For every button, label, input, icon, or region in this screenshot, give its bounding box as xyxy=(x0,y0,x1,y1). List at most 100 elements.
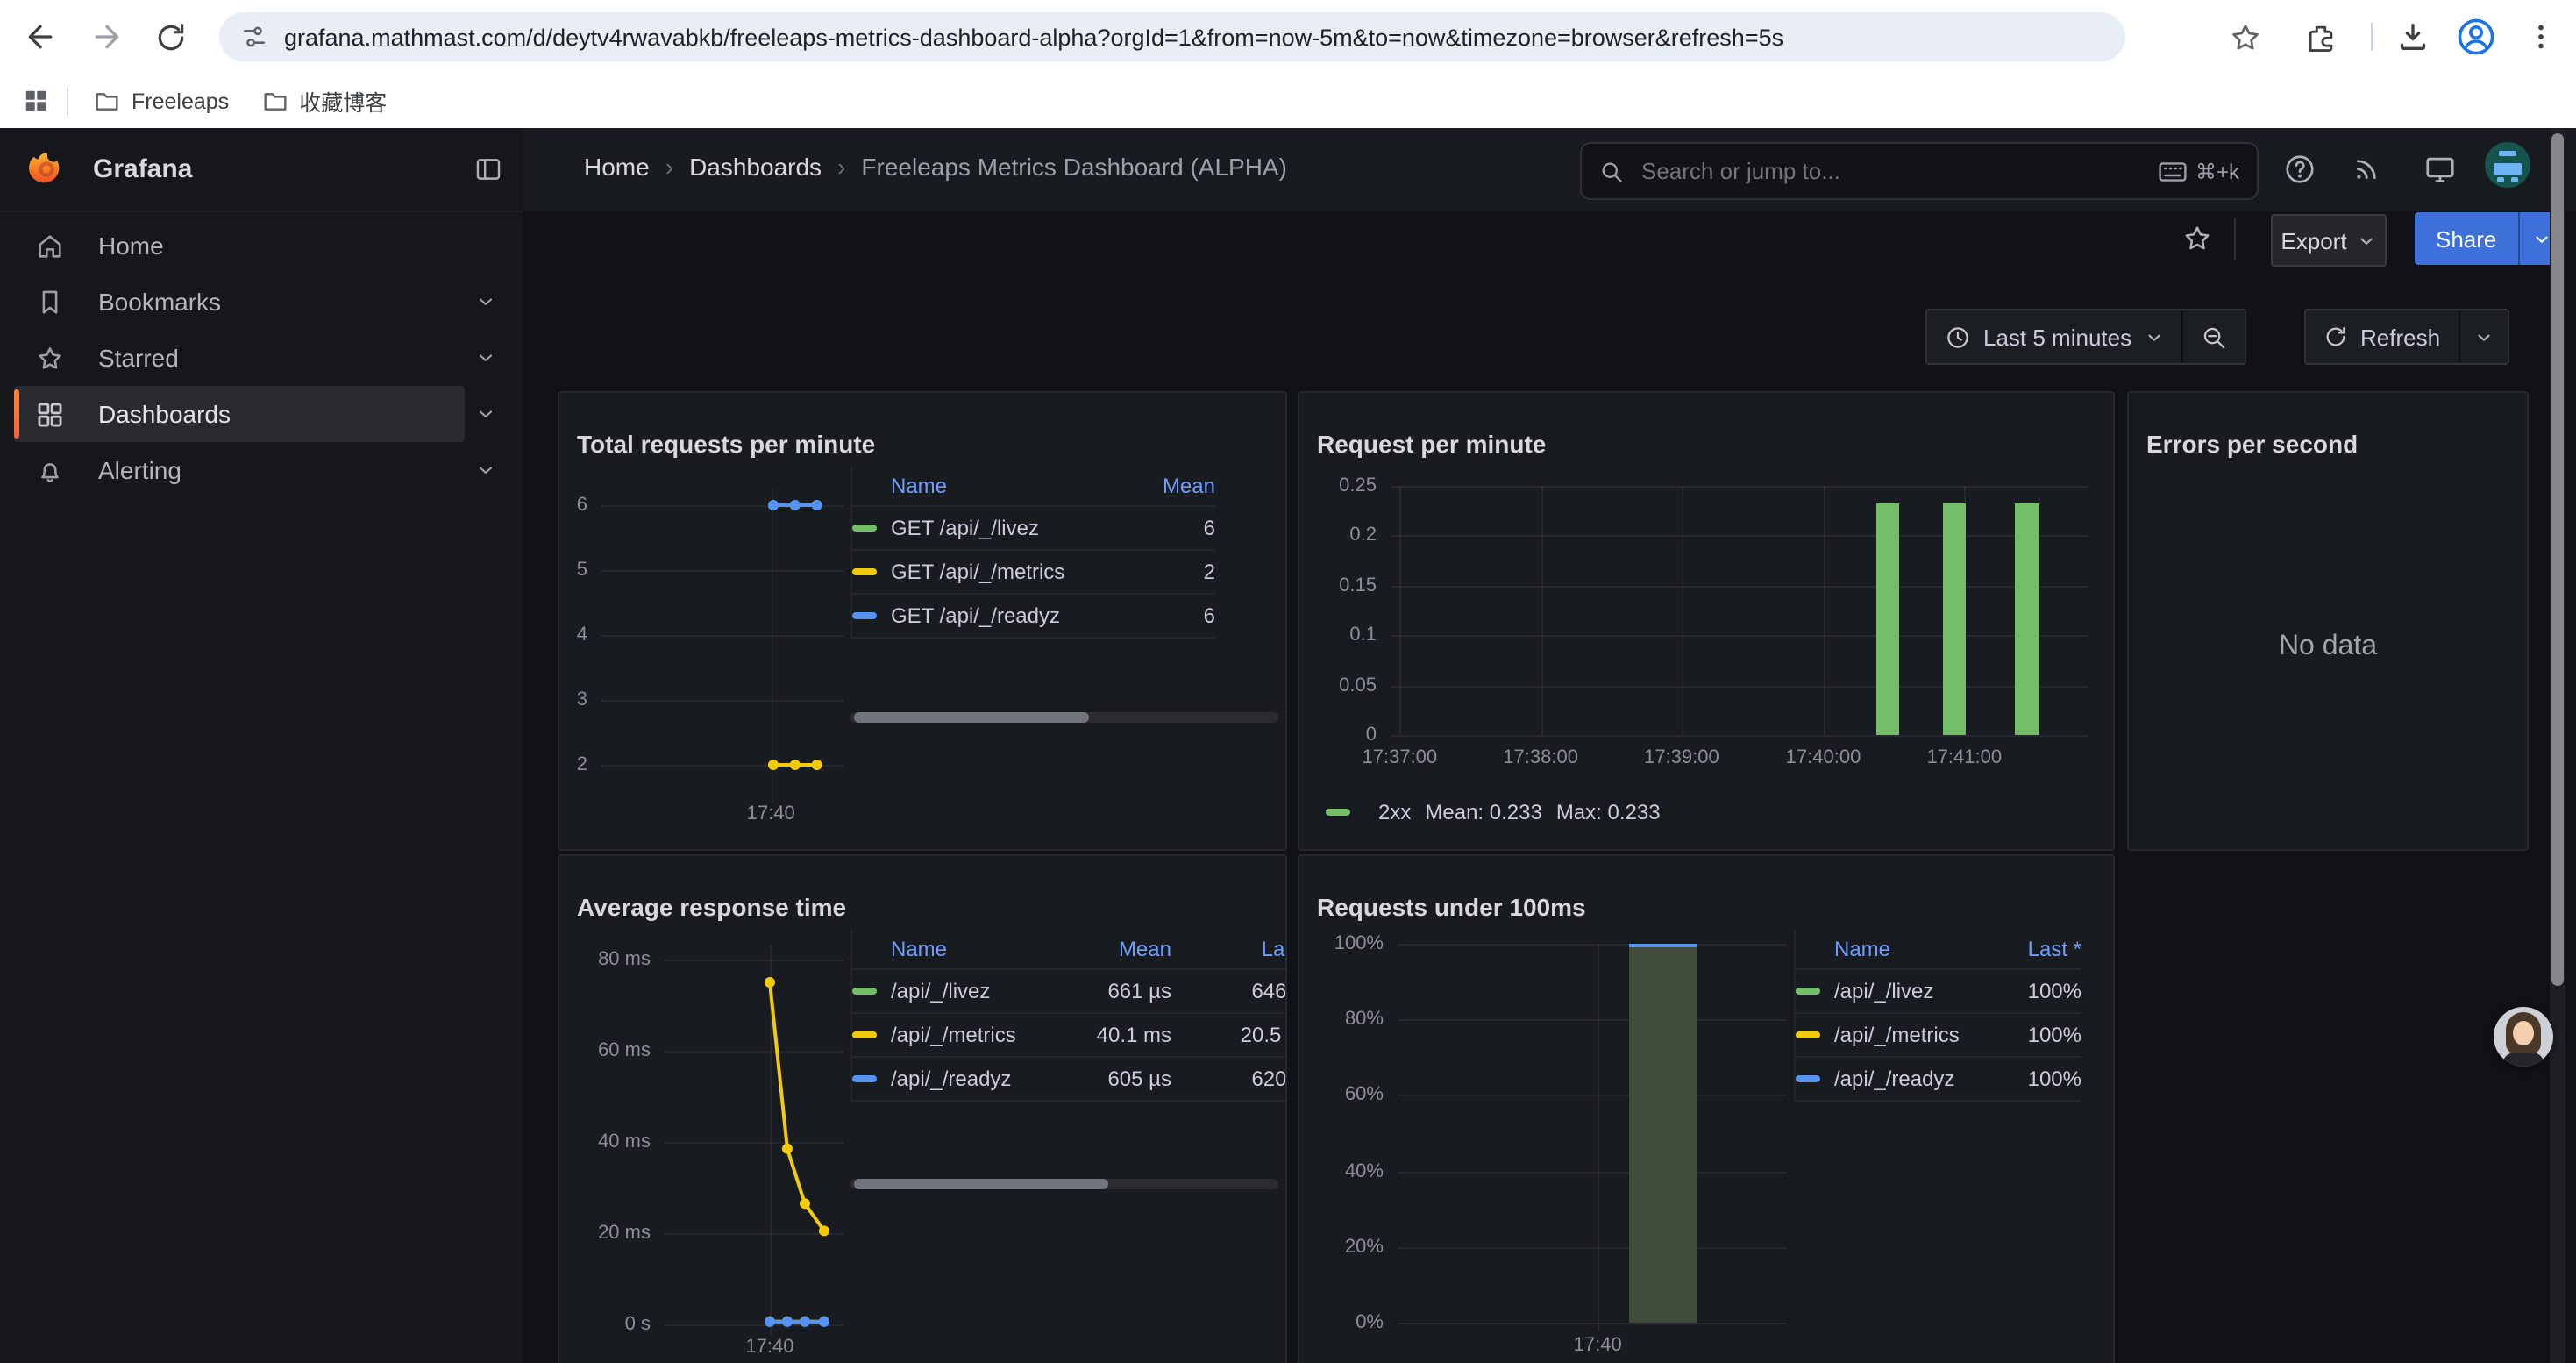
chevron-down-icon[interactable] xyxy=(475,460,496,481)
profile-icon[interactable] xyxy=(2455,16,2497,58)
assistant-avatar-widget[interactable] xyxy=(2494,1007,2553,1067)
refresh-picker[interactable]: Refresh xyxy=(2304,309,2508,365)
series-last: 100% xyxy=(1976,979,2081,1003)
extensions-icon[interactable] xyxy=(2299,16,2341,58)
breadcrumb-home[interactable]: Home xyxy=(584,153,650,181)
panel-total-requests-per-minute[interactable]: Total requests per minute 6543217:40 Nam… xyxy=(558,391,1287,851)
breadcrumb: Home › Dashboards › Freeleaps Metrics Da… xyxy=(584,153,1287,181)
reload-icon[interactable] xyxy=(149,16,191,58)
bookmarks-divider xyxy=(67,87,68,115)
legend-row[interactable]: /api/_/livez 661 µs 646 µs xyxy=(852,970,1287,1014)
panel-average-response-time[interactable]: Average response time 80 ms60 ms40 ms20 … xyxy=(558,854,1287,1363)
panel-requests-under-100ms[interactable]: Requests under 100ms 100%80%60%40%20%0%1… xyxy=(1298,854,2115,1363)
toolbar-divider xyxy=(2371,23,2373,51)
dock-menu-icon[interactable] xyxy=(473,154,503,184)
chevron-down-icon[interactable] xyxy=(475,291,496,312)
breadcrumb-dashboards[interactable]: Dashboards xyxy=(689,153,822,181)
zoom-out-button[interactable] xyxy=(2182,310,2244,363)
site-settings-icon[interactable] xyxy=(240,23,268,51)
no-data-message: No data xyxy=(2129,632,2527,663)
panel-title: Request per minute xyxy=(1317,429,1546,457)
toolbar-divider xyxy=(2234,218,2236,260)
legend-row[interactable]: /api/_/readyz 100% xyxy=(1796,1058,2081,1102)
user-avatar[interactable] xyxy=(2485,142,2530,188)
legend-scrollbar[interactable] xyxy=(850,1179,1278,1189)
screen: grafana.mathmast.com/d/deytv4rwavabkb/fr… xyxy=(0,0,2576,1363)
refresh-interval-chevron[interactable] xyxy=(2459,310,2507,363)
panel-title: Errors per second xyxy=(2146,429,2358,457)
legend-col-name[interactable]: Name xyxy=(1834,937,1976,961)
download-icon[interactable] xyxy=(2392,16,2434,58)
series-name: GET /api/_/livez xyxy=(891,516,1128,540)
legend[interactable]: 2xx Mean: 0.233 Max: 0.233 xyxy=(1326,800,1661,824)
legend-row[interactable]: GET /api/_/readyz 6 xyxy=(852,595,1215,639)
series-last: 646 µs xyxy=(1171,979,1287,1003)
folder-icon xyxy=(260,87,288,115)
time-range-picker[interactable]: Last 5 minutes xyxy=(1925,309,2245,365)
share-button[interactable]: Share xyxy=(2415,212,2565,265)
sidebar-item-label: Starred xyxy=(98,344,179,372)
scrollbar-thumb[interactable] xyxy=(2551,133,2564,986)
bookmark-folder-freeleaps[interactable]: Freeleaps xyxy=(93,87,229,115)
dashboards-grid-icon xyxy=(35,399,65,429)
chevron-down-icon[interactable] xyxy=(475,403,496,425)
bookmark-folder-label: 收藏博客 xyxy=(299,84,387,118)
sidebar-item-home[interactable]: Home xyxy=(0,218,523,274)
legend-row[interactable]: /api/_/readyz 605 µs 620 µs xyxy=(852,1058,1287,1102)
monitor-icon[interactable] xyxy=(2420,149,2459,188)
brand-name: Grafana xyxy=(93,154,192,184)
bookmarks-bar: Freeleaps 收藏博客 xyxy=(0,74,2576,130)
legend-header: Name Mean Last * xyxy=(852,930,1287,970)
address-bar[interactable]: grafana.mathmast.com/d/deytv4rwavabkb/fr… xyxy=(219,12,2125,61)
help-icon[interactable] xyxy=(2280,149,2318,188)
legend-col-last[interactable]: Last * xyxy=(1171,937,1287,961)
legend-table: Name Mean Last * /api/_/livez 661 µs 646… xyxy=(850,930,1287,1102)
search-shortcut: ⌘+k xyxy=(2159,159,2239,183)
forward-icon[interactable] xyxy=(86,16,128,58)
sidebar-item-dashboards[interactable]: Dashboards xyxy=(0,386,523,442)
legend-col-mean[interactable]: Mean xyxy=(1063,937,1171,961)
chevron-down-icon xyxy=(2358,231,2377,250)
panel-errors-per-second[interactable]: Errors per second No data xyxy=(2127,391,2529,851)
bookmark-star-icon[interactable] xyxy=(2224,16,2266,58)
legend-col-last[interactable]: Last * xyxy=(1976,937,2081,961)
legend-col-name[interactable]: Name xyxy=(891,937,1063,961)
chevron-down-icon[interactable] xyxy=(475,347,496,368)
browser-toolbar: grafana.mathmast.com/d/deytv4rwavabkb/fr… xyxy=(0,0,2576,74)
series-mean: 6 xyxy=(1128,603,1215,628)
legend-col-mean[interactable]: Mean xyxy=(1128,474,1215,498)
area-chart: 100%80%60%40%20%0%17:40 xyxy=(1398,944,1787,1323)
browser-menu-icon[interactable] xyxy=(2520,16,2562,58)
grafana-logo[interactable] xyxy=(28,151,65,188)
panel-request-per-minute[interactable]: Request per minute 0.250.20.150.10.05017… xyxy=(1298,391,2115,851)
favorite-star-icon[interactable] xyxy=(2181,223,2213,254)
bookmark-folder-blogs[interactable]: 收藏博客 xyxy=(260,84,387,118)
search-input[interactable]: ⌘+k xyxy=(1580,142,2259,200)
sidebar-item-alerting[interactable]: Alerting xyxy=(0,442,523,498)
apps-grid-icon[interactable] xyxy=(23,88,49,114)
legend-row[interactable]: /api/_/metrics 40.1 ms 20.5 ms xyxy=(852,1014,1287,1058)
series-color-dash xyxy=(1326,809,1350,816)
legend-row[interactable]: /api/_/livez 100% xyxy=(1796,970,2081,1014)
back-icon[interactable] xyxy=(19,16,61,58)
legend-scrollbar[interactable] xyxy=(850,712,1278,723)
sidebar-item-bookmarks[interactable]: Bookmarks xyxy=(0,274,523,330)
legend-row[interactable]: /api/_/metrics 100% xyxy=(1796,1014,2081,1058)
export-button[interactable]: Export xyxy=(2271,214,2387,267)
series-name: /api/_/readyz xyxy=(1834,1067,1976,1091)
series-color-dash xyxy=(1796,1075,1820,1082)
panel-title: Total requests per minute xyxy=(577,429,875,457)
series-color-dash xyxy=(852,1075,877,1082)
page-scrollbar[interactable] xyxy=(2550,128,2565,1363)
refresh-button[interactable]: Refresh xyxy=(2306,310,2458,363)
legend-row[interactable]: GET /api/_/livez 6 xyxy=(852,507,1215,551)
legend-col-name[interactable]: Name xyxy=(891,474,1128,498)
sidebar-item-starred[interactable]: Starred xyxy=(0,330,523,386)
series-color-dash xyxy=(852,525,877,532)
legend-row[interactable]: GET /api/_/metrics 2 xyxy=(852,551,1215,595)
breadcrumb-current: Freeleaps Metrics Dashboard (ALPHA) xyxy=(861,153,1287,181)
main-area: Home › Dashboards › Freeleaps Metrics Da… xyxy=(523,128,2576,1363)
sidebar-item-label: Home xyxy=(98,232,164,260)
news-rss-icon[interactable] xyxy=(2348,149,2387,188)
dashboard-canvas: Last 5 minutes Refresh xyxy=(523,279,2576,1363)
